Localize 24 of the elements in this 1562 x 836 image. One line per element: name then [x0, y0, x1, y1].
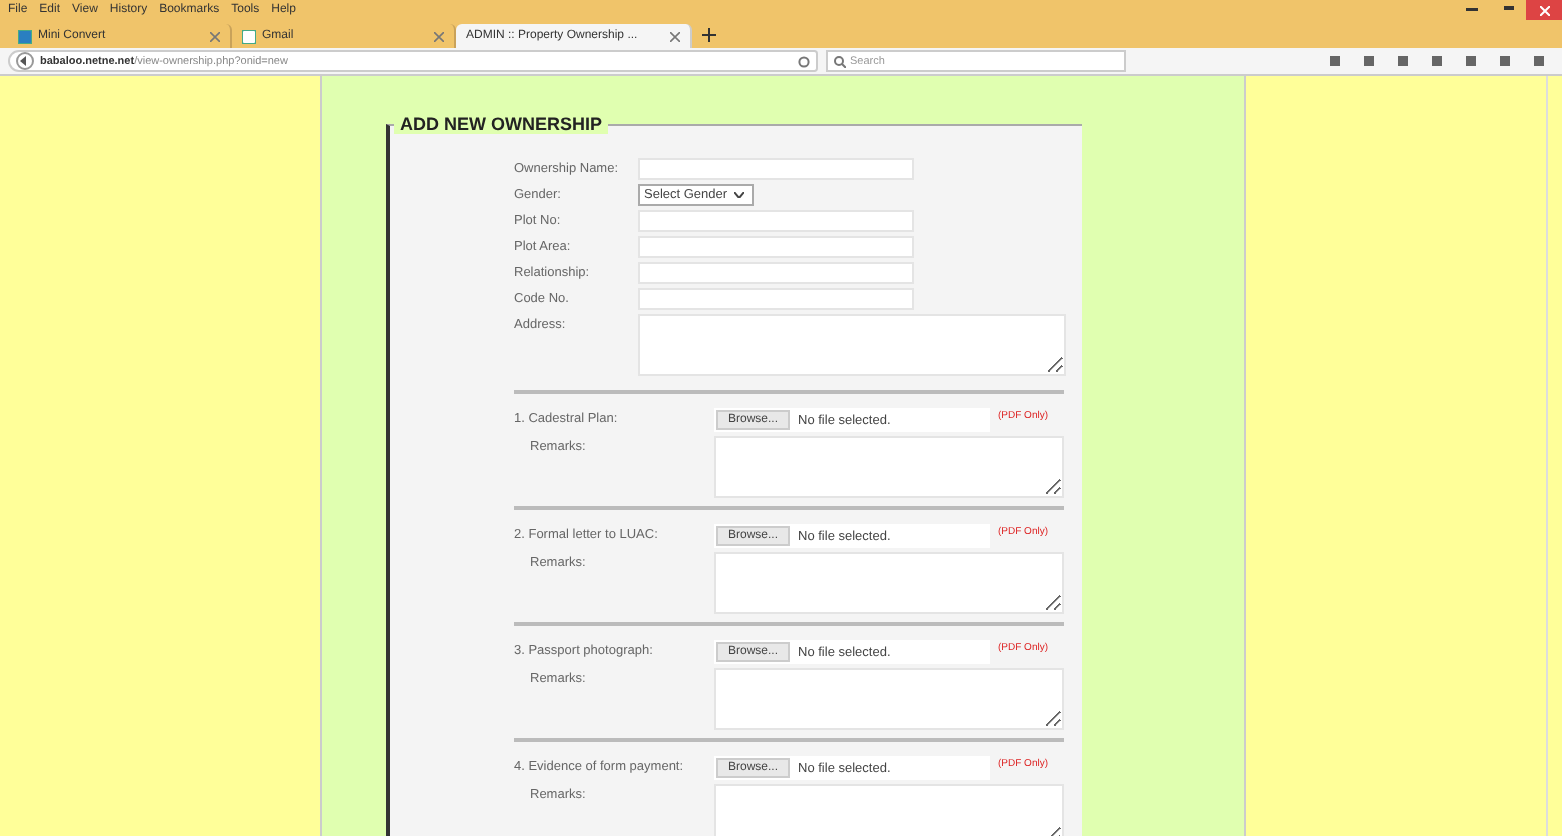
text-field[interactable] [638, 158, 914, 180]
minimize-icon [1466, 8, 1478, 12]
form-legend: ADD NEW OWNERSHIP [394, 114, 608, 134]
text-field[interactable] [638, 236, 914, 258]
remarks-field[interactable] [714, 784, 1064, 836]
close-icon[interactable] [434, 31, 444, 41]
remarks-field[interactable] [714, 552, 1064, 614]
text-field[interactable] [638, 262, 914, 284]
remarks-field[interactable] [714, 668, 1064, 730]
close-icon[interactable] [210, 31, 220, 41]
text-field[interactable] [638, 288, 914, 310]
address-field[interactable] [638, 314, 1066, 376]
site-icon [18, 29, 32, 43]
close-icon[interactable] [670, 31, 680, 41]
remarks-field[interactable] [714, 436, 1064, 498]
chevron-down-icon [733, 192, 744, 198]
back-icon[interactable] [16, 52, 34, 70]
site-icon [242, 29, 256, 43]
restore-icon [1502, 4, 1514, 16]
close-button[interactable] [1526, 0, 1562, 20]
close-icon [1539, 5, 1549, 15]
search-icon [834, 55, 846, 67]
new-tab-icon[interactable] [702, 28, 716, 42]
text-field[interactable] [638, 210, 914, 232]
